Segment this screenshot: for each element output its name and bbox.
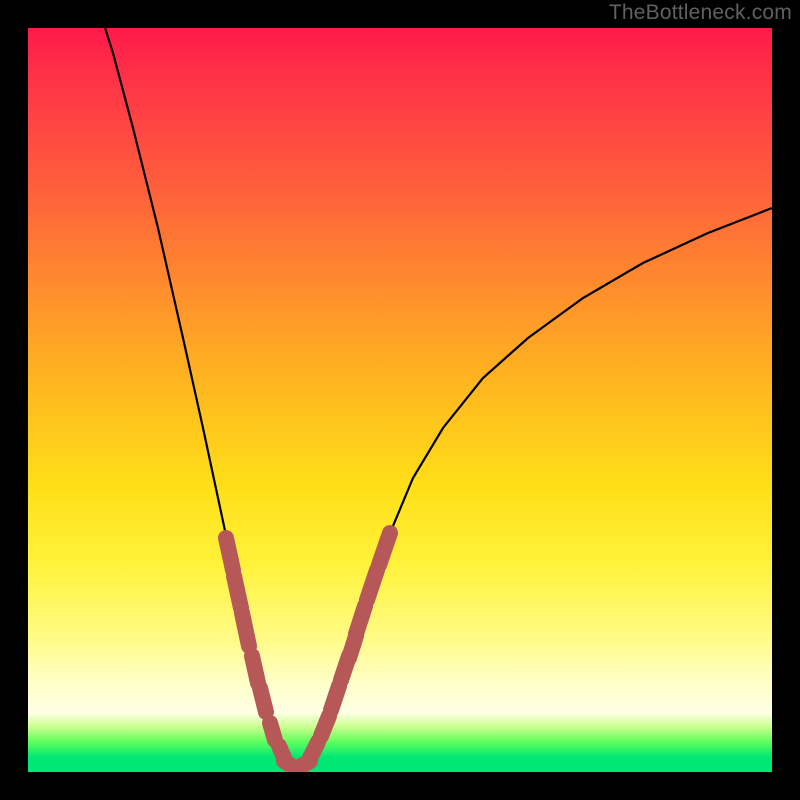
right-curve [298,208,772,770]
plot-area [28,28,772,772]
watermark-text: TheBottleneck.com [609,1,792,25]
chart-svg [28,28,772,772]
left-curve [100,28,298,770]
frame: TheBottleneck.com [0,0,800,800]
data-markers [226,533,390,769]
